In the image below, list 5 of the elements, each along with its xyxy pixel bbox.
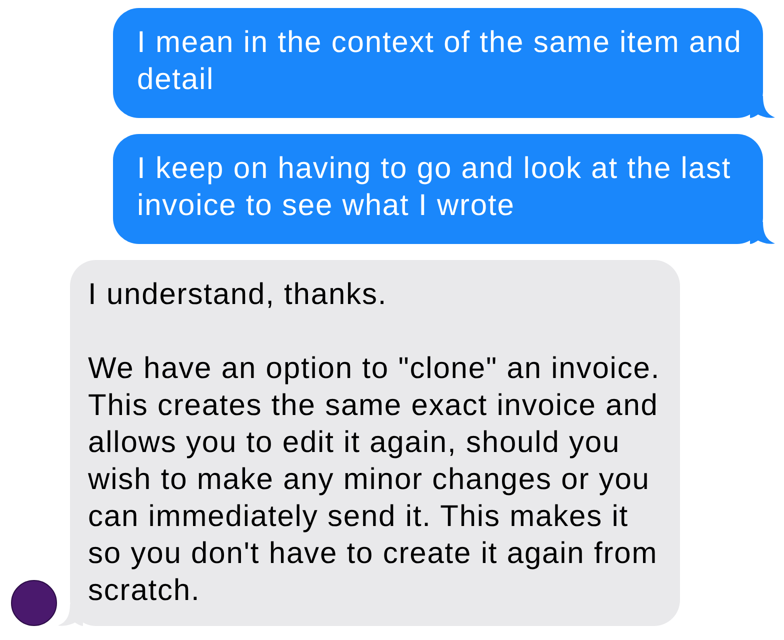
message-text: I understand, thanks. (88, 277, 388, 313)
message-text: We have an option to "clone" an invoice. This creates the same exact invoice and allows you to edit it again, should you wish to make any minor changes or you can immediately send it. This makes it so you don't have to create it again from scratch. (88, 351, 662, 609)
message-text: I mean in the context of the same item and detail (137, 25, 743, 98)
avatar-icon (11, 580, 57, 626)
message-text: I keep on having to go and look at the last invoice to see what I wrote (137, 151, 732, 224)
